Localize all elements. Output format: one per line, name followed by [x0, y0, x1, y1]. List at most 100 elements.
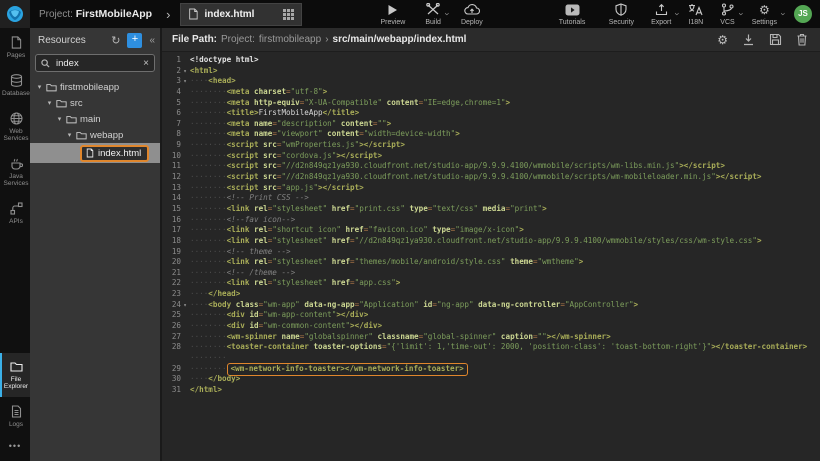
code-line[interactable]: 12········<script src="//d2n849qz1ya930.…: [162, 172, 820, 183]
resources-title: Resources: [38, 35, 104, 46]
security-button[interactable]: Security: [609, 3, 634, 26]
sidebar-item-apis[interactable]: APIs: [0, 194, 30, 232]
caret-down-icon[interactable]: ▾: [56, 115, 63, 123]
download-icon[interactable]: [742, 33, 755, 46]
fold-gutter: [181, 98, 189, 109]
resources-search[interactable]: ×: [35, 54, 155, 72]
deploy-button[interactable]: Deploy: [461, 3, 483, 26]
save-icon[interactable]: [769, 33, 782, 46]
shield-icon: [615, 3, 627, 17]
code-line[interactable]: 2▾<html>: [162, 66, 820, 77]
code-line[interactable]: 14········<!-- Print CSS -->: [162, 193, 820, 204]
line-number: 28: [162, 342, 181, 353]
line-content: ········<meta http-equiv="X-UA-Compatibl…: [189, 98, 510, 109]
resources-header: Resources ↻ + «: [30, 28, 160, 52]
build-dropdown-chevron-icon[interactable]: ›: [442, 12, 452, 15]
code-line[interactable]: 3▾····<head>: [162, 76, 820, 87]
code-line[interactable]: 7········<meta name="description" conten…: [162, 119, 820, 130]
fold-caret-icon[interactable]: ▾: [181, 76, 189, 87]
tree-item-webapp[interactable]: ▾ webapp: [30, 127, 160, 143]
settings-dropdown-chevron-icon[interactable]: ›: [779, 12, 789, 15]
code-line[interactable]: 31</html>: [162, 385, 820, 396]
vcs-button[interactable]: VCS ›: [720, 3, 734, 26]
user-avatar[interactable]: JS: [794, 5, 812, 23]
sidebar-item-databases[interactable]: Databases: [0, 66, 30, 104]
line-content: ········<script src="cordova.js"></scrip…: [189, 151, 382, 162]
i18n-button[interactable]: I18N: [688, 3, 703, 26]
sidebar-item-web-services[interactable]: Web Services: [0, 104, 30, 149]
code-line[interactable]: 25········<div id="wm-app-content"></div…: [162, 310, 820, 321]
sidebar-spacer: [0, 232, 30, 353]
code-line[interactable]: 23····</head>: [162, 289, 820, 300]
tree-item-firstmobileapp[interactable]: ▾ firstmobileapp: [30, 79, 160, 95]
code-editor[interactable]: 1<!doctype html>2▾<html>3▾····<head>4···…: [162, 52, 820, 461]
line-content: ········<script src="//d2n849qz1ya930.cl…: [189, 172, 762, 183]
trash-icon[interactable]: [796, 33, 808, 46]
code-line[interactable]: 22········<link rel="stylesheet" href="a…: [162, 278, 820, 289]
coffee-cup-icon: [10, 157, 23, 170]
refresh-icon[interactable]: ↻: [111, 34, 120, 47]
code-line[interactable]: 29········<wm-network-info-toaster></wm-…: [162, 364, 820, 375]
export-dropdown-chevron-icon[interactable]: ›: [673, 12, 683, 15]
sidebar-more-button[interactable]: •••: [0, 435, 30, 461]
code-line[interactable]: 9 ········<script src="wmProperties.js"><…: [162, 140, 820, 151]
caret-down-icon[interactable]: ▾: [36, 83, 43, 91]
line-number: 15: [162, 204, 181, 215]
grid-icon[interactable]: [283, 9, 294, 20]
caret-down-icon[interactable]: ▾: [46, 99, 53, 107]
code-line[interactable]: 17········<link rel="shortcut icon" href…: [162, 225, 820, 236]
search-input[interactable]: [54, 57, 139, 70]
fold-caret-icon[interactable]: ▾: [181, 66, 189, 77]
sidebar-item-pages[interactable]: Pages: [0, 28, 30, 66]
fold-caret-icon[interactable]: ▾: [181, 300, 189, 311]
settings-button[interactable]: ⚙ Settings ›: [752, 3, 777, 26]
line-content: ········<meta name="viewport" content="w…: [189, 129, 460, 140]
sidebar-item-file-explorer[interactable]: File Explorer: [0, 353, 30, 397]
code-line[interactable]: ········: [162, 353, 820, 364]
code-line[interactable]: 6········<title>FirstMobileApp</title>: [162, 108, 820, 119]
code-line[interactable]: 8········<meta name="viewport" content="…: [162, 129, 820, 140]
editor-settings-gear-icon[interactable]: ⚙: [717, 34, 728, 46]
code-line[interactable]: 21········<!-- /theme -->: [162, 268, 820, 279]
code-line[interactable]: 26········<div id="wm-common-content"></…: [162, 321, 820, 332]
collapse-panel-icon[interactable]: «: [149, 35, 155, 46]
preview-button[interactable]: Preview: [380, 3, 405, 26]
line-content: ········<meta name="description" content…: [189, 119, 391, 130]
code-line[interactable]: 27········<wm-spinner name="globalspinne…: [162, 332, 820, 343]
line-number: 9: [162, 140, 181, 151]
export-button[interactable]: Export ›: [651, 3, 671, 26]
sidebar-item-logs[interactable]: Logs: [0, 397, 30, 435]
add-resource-button[interactable]: +: [127, 33, 142, 48]
line-number: 2: [162, 66, 181, 77]
code-line[interactable]: 10········<script src="cordova.js"></scr…: [162, 151, 820, 162]
tree-item-src[interactable]: ▾ src: [30, 95, 160, 111]
line-content: ········<div id="wm-common-content"></di…: [189, 321, 382, 332]
code-line[interactable]: 4········<meta charset="utf-8">: [162, 87, 820, 98]
caret-down-icon[interactable]: ▾: [66, 131, 73, 139]
build-button[interactable]: Build ›: [425, 3, 441, 26]
code-line[interactable]: 19········<!-- theme -->: [162, 247, 820, 258]
tree-item-main[interactable]: ▾ main: [30, 111, 160, 127]
code-line[interactable]: 18········<link rel="stylesheet" href="/…: [162, 236, 820, 247]
tutorials-button[interactable]: Tutorials: [559, 3, 586, 26]
line-content: ········<script src="wmProperties.js"></…: [189, 140, 405, 151]
code-line[interactable]: 1<!doctype html>: [162, 55, 820, 66]
line-number: 21: [162, 268, 181, 279]
folder-icon: [66, 115, 77, 124]
code-line[interactable]: 5········<meta http-equiv="X-UA-Compatib…: [162, 98, 820, 109]
code-line[interactable]: 28········<toaster-container toaster-opt…: [162, 342, 820, 353]
code-line[interactable]: 24▾····<body class="wm-app" data-ng-app=…: [162, 300, 820, 311]
vcs-dropdown-chevron-icon[interactable]: ›: [736, 12, 746, 15]
line-content: ········<div id="wm-app-content"></div>: [189, 310, 368, 321]
app-logo[interactable]: [0, 0, 30, 28]
tab-index-html[interactable]: index.html: [180, 3, 302, 26]
code-line[interactable]: 13········<script src="app.js"></script>: [162, 183, 820, 194]
line-number: 23: [162, 289, 181, 300]
code-line[interactable]: 15········<link rel="stylesheet" href="p…: [162, 204, 820, 215]
code-line[interactable]: 20········<link rel="stylesheet" href="t…: [162, 257, 820, 268]
code-line[interactable]: 11········<script src="//d2n849qz1ya930.…: [162, 161, 820, 172]
code-line[interactable]: 16········<!--fav icon-->: [162, 215, 820, 226]
tree-item-index-html[interactable]: index.html: [30, 143, 160, 163]
clear-search-icon[interactable]: ×: [143, 58, 149, 69]
sidebar-item-java-services[interactable]: Java Services: [0, 149, 30, 194]
